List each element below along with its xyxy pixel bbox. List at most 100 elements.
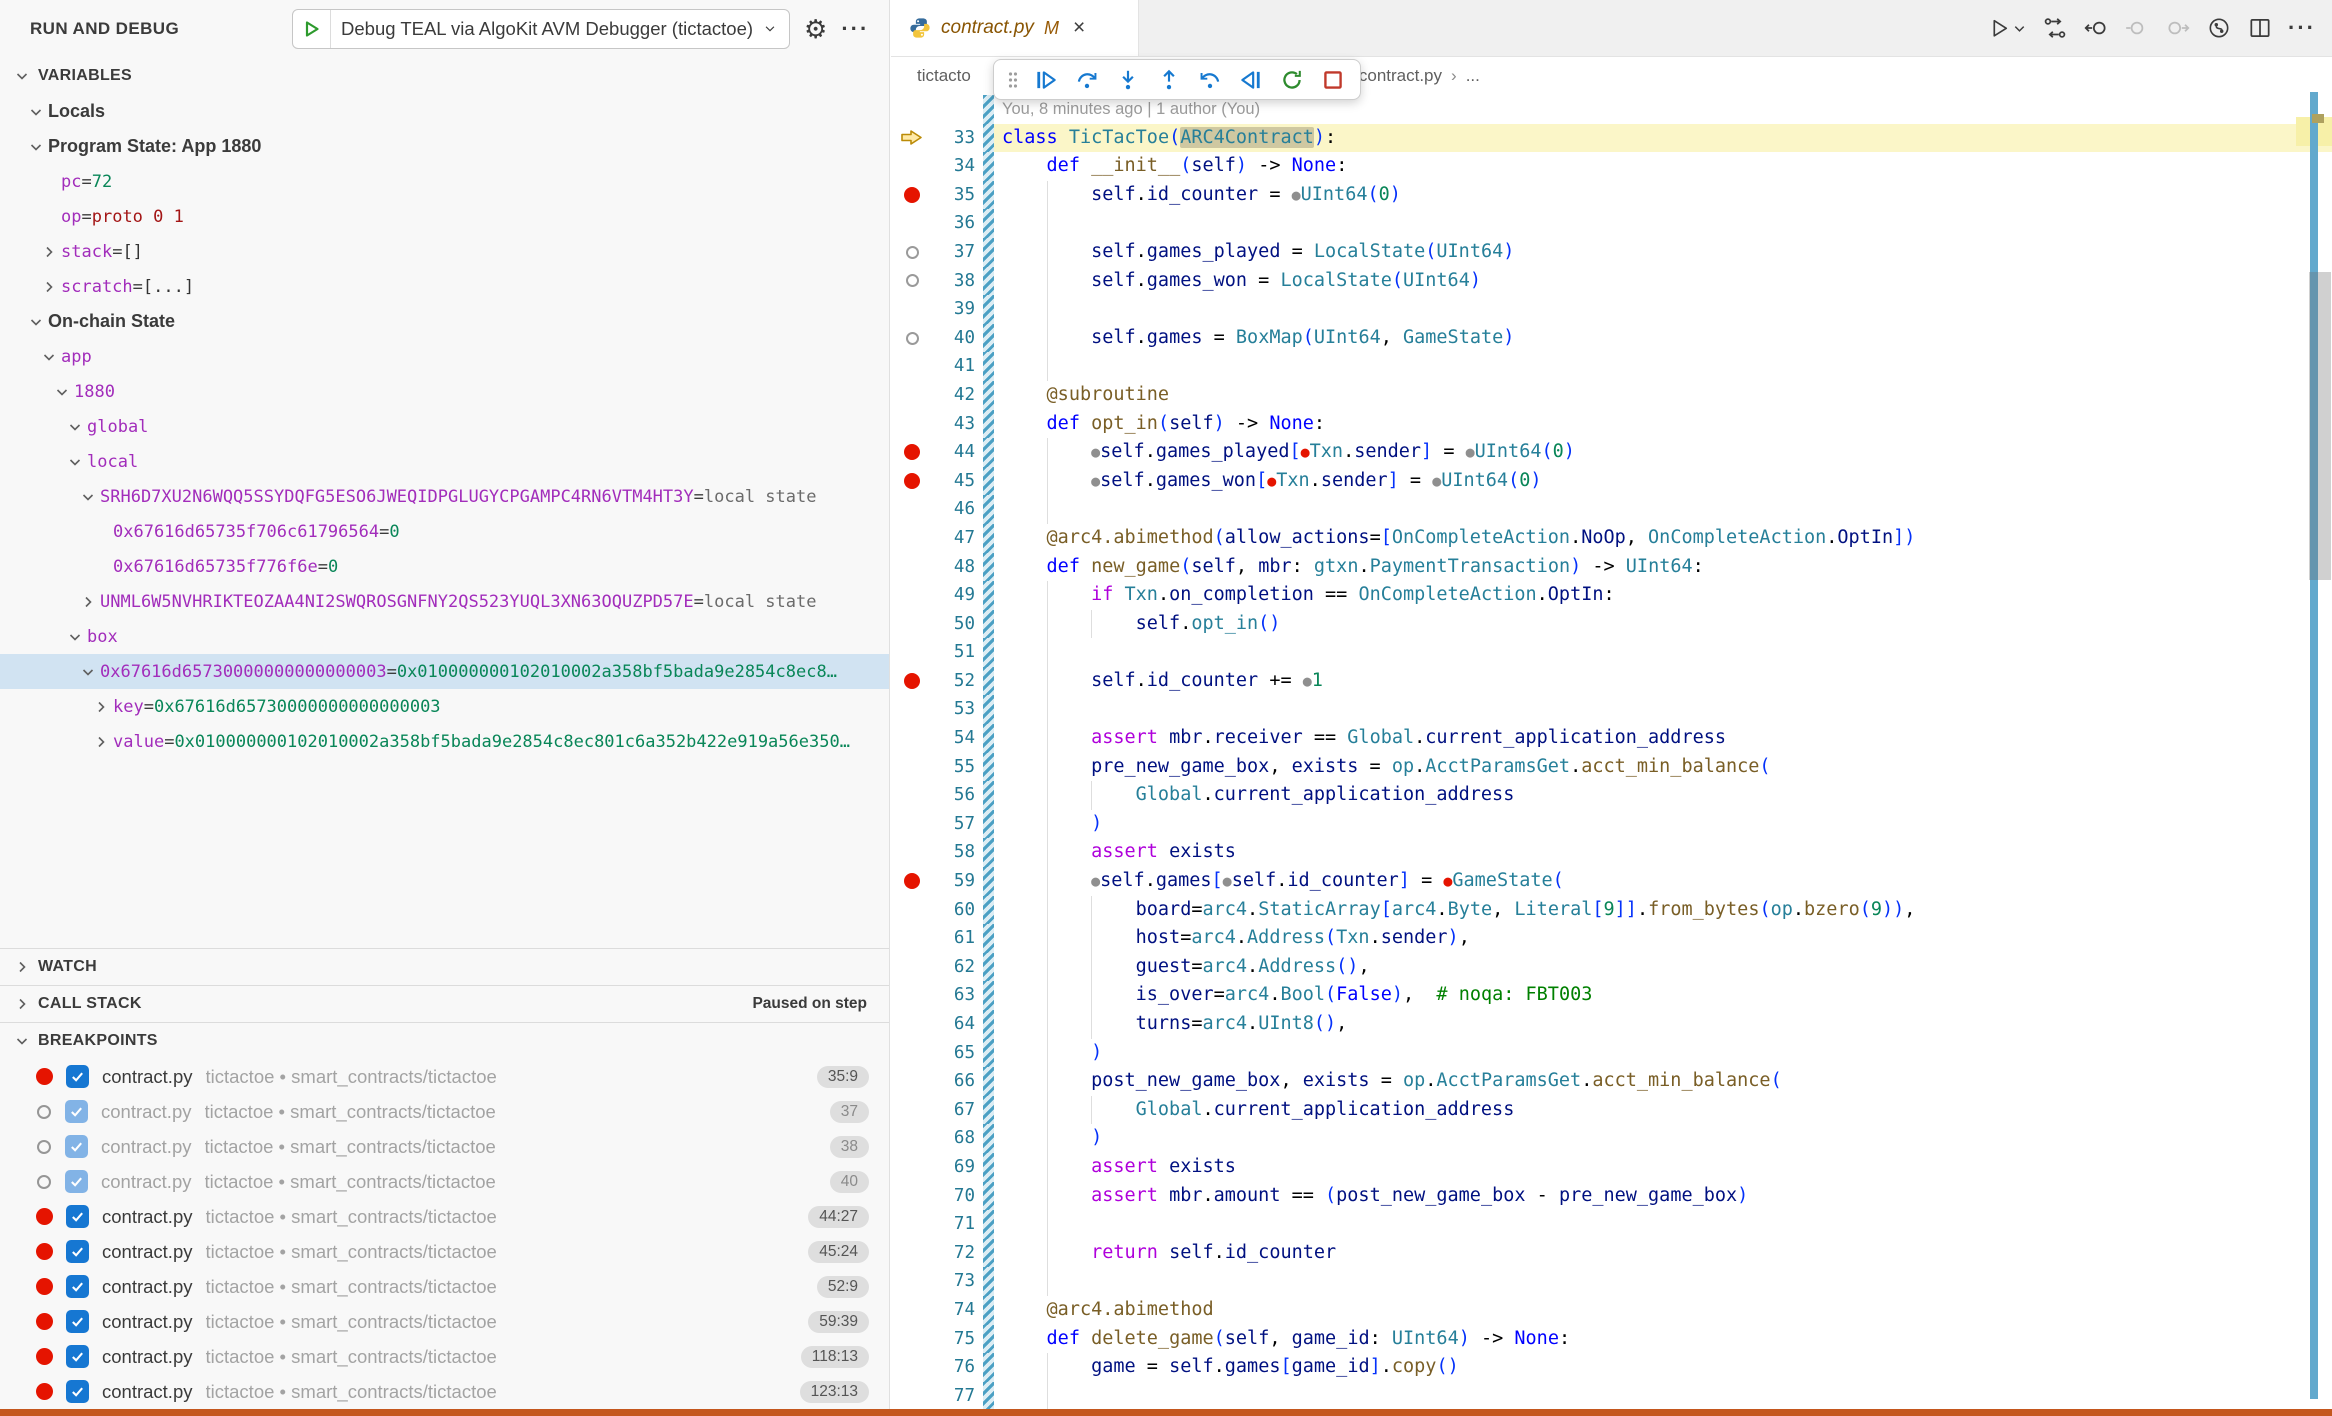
gutter[interactable]: [891, 1296, 933, 1325]
gutter[interactable]: [891, 1182, 933, 1211]
code-line[interactable]: 69assert exists: [891, 1153, 2332, 1182]
run-python-file-button[interactable]: [1987, 16, 2027, 41]
code-line[interactable]: 71: [891, 1210, 2332, 1239]
split-editor-icon[interactable]: [2247, 15, 2273, 41]
tree-row[interactable]: Locals: [0, 94, 889, 129]
gutter[interactable]: [891, 838, 933, 867]
tree-row[interactable]: global: [0, 409, 889, 444]
tree-row[interactable]: 0x67616d65730000000000000003 = 0x0100000…: [0, 654, 889, 689]
restart-button[interactable]: [1273, 63, 1311, 97]
code-line[interactable]: 58assert exists: [891, 838, 2332, 867]
breakpoint-checkbox[interactable]: [66, 1240, 89, 1263]
code-line[interactable]: 43def opt_in(self) -> None:: [891, 410, 2332, 439]
tree-row[interactable]: UNML6W5NVHRIKTEOZAA4NI2SWQROSGNFNY2QS523…: [0, 584, 889, 619]
breakpoint-row[interactable]: contract.pytictactoe • smart_contracts/t…: [0, 1129, 889, 1164]
gutter[interactable]: [891, 695, 933, 724]
gutter[interactable]: [891, 896, 933, 925]
breakpoint-checkbox[interactable]: [65, 1100, 88, 1123]
code-line[interactable]: 56Global.current_application_address: [891, 781, 2332, 810]
continue-button[interactable]: [1027, 63, 1065, 97]
breakpoint-gutter-icon[interactable]: [891, 438, 933, 467]
more-actions-icon[interactable]: ···: [841, 16, 869, 42]
breakpoint-row[interactable]: contract.pytictactoe • smart_contracts/t…: [0, 1374, 889, 1409]
tree-row[interactable]: local: [0, 444, 889, 479]
gutter[interactable]: [891, 352, 933, 381]
code-line[interactable]: 54assert mbr.receiver == Global.current_…: [891, 724, 2332, 753]
git-graph-icon[interactable]: [2206, 15, 2232, 41]
tree-row[interactable]: 0x67616d65735f776f6e = 0: [0, 549, 889, 584]
code-line[interactable]: 50self.opt_in(): [891, 610, 2332, 639]
tree-row[interactable]: key = 0x67616d65730000000000000003: [0, 689, 889, 724]
section-watch[interactable]: WATCH: [0, 948, 889, 985]
gutter[interactable]: [891, 1010, 933, 1039]
section-variables[interactable]: VARIABLES: [0, 57, 889, 94]
breakpoint-gutter-icon[interactable]: [891, 667, 933, 696]
tree-row[interactable]: app: [0, 339, 889, 374]
breakpoint-checkbox[interactable]: [65, 1135, 88, 1158]
code-line[interactable]: 64turns=arc4.UInt8(),: [891, 1010, 2332, 1039]
gutter[interactable]: [891, 638, 933, 667]
breakpoint-checkbox[interactable]: [66, 1345, 89, 1368]
code-line[interactable]: 55pre_new_game_box, exists = op.AcctPara…: [891, 753, 2332, 782]
code-line[interactable]: 44●self.games_played[●Txn.sender] = ●UIn…: [891, 438, 2332, 467]
debug-config-dropdown[interactable]: Debug TEAL via AlgoKit AVM Debugger (tic…: [292, 9, 790, 49]
scrollbar-thumb[interactable]: [2309, 272, 2331, 580]
gutter[interactable]: [891, 924, 933, 953]
code-line[interactable]: 76game = self.games[game_id].copy(): [891, 1353, 2332, 1382]
tree-row[interactable]: box: [0, 619, 889, 654]
code-line[interactable]: 40self.games = BoxMap(UInt64, GameState): [891, 324, 2332, 353]
stop-button[interactable]: [1314, 63, 1352, 97]
gutter[interactable]: [891, 1124, 933, 1153]
breadcrumb-file[interactable]: contract.py: [1359, 66, 1442, 86]
code-line[interactable]: 72return self.id_counter: [891, 1239, 2332, 1268]
gutter[interactable]: [891, 1153, 933, 1182]
gutter[interactable]: [891, 1382, 933, 1411]
code-line[interactable]: 45●self.games_won[●Txn.sender] = ●UInt64…: [891, 467, 2332, 496]
code-line[interactable]: 70assert mbr.amount == (post_new_game_bo…: [891, 1182, 2332, 1211]
gutter[interactable]: [891, 753, 933, 782]
gutter[interactable]: [891, 781, 933, 810]
open-changes-icon[interactable]: [2042, 15, 2068, 41]
code-line[interactable]: 61host=arc4.Address(Txn.sender),: [891, 924, 2332, 953]
breakpoint-gutter-icon[interactable]: [891, 181, 933, 210]
code-line[interactable]: 47@arc4.abimethod(allow_actions=[OnCompl…: [891, 524, 2332, 553]
code-line[interactable]: 77: [891, 1382, 2332, 1411]
step-into-button[interactable]: [1109, 63, 1147, 97]
breakpoint-row[interactable]: contract.pytictactoe • smart_contracts/t…: [0, 1199, 889, 1234]
tree-row[interactable]: On-chain State: [0, 304, 889, 339]
gutter[interactable]: [891, 495, 933, 524]
code-line[interactable]: 60board=arc4.StaticArray[arc4.Byte, Lite…: [891, 896, 2332, 925]
code-line[interactable]: 35self.id_counter = ●UInt64(0): [891, 181, 2332, 210]
tree-row[interactable]: op = proto 0 1: [0, 199, 889, 234]
code-line[interactable]: 74@arc4.abimethod: [891, 1296, 2332, 1325]
tree-row[interactable]: SRH6D7XU2N6WQQ5SSYDQFG5ESO6JWEQIDPGLUGYC…: [0, 479, 889, 514]
breakpoint-row[interactable]: contract.pytictactoe • smart_contracts/t…: [0, 1234, 889, 1269]
reverse-continue-button[interactable]: [1232, 63, 1270, 97]
breakpoint-checkbox[interactable]: [66, 1275, 89, 1298]
gutter[interactable]: [891, 381, 933, 410]
gutter[interactable]: [891, 1353, 933, 1382]
code-editor[interactable]: You, 8 minutes ago | 1 author (You)33cla…: [891, 95, 2332, 1410]
code-line[interactable]: 67Global.current_application_address: [891, 1096, 2332, 1125]
code-line[interactable]: 57): [891, 810, 2332, 839]
breakpoint-gutter-icon[interactable]: [891, 267, 933, 296]
gutter[interactable]: [891, 1039, 933, 1068]
breakpoint-row[interactable]: contract.pytictactoe • smart_contracts/t…: [0, 1094, 889, 1129]
breakpoint-gutter-icon[interactable]: [891, 867, 933, 896]
gutter[interactable]: [891, 1210, 933, 1239]
code-line[interactable]: 38self.games_won = LocalState(UInt64): [891, 267, 2332, 296]
gutter[interactable]: [891, 1325, 933, 1354]
breakpoint-row[interactable]: contract.pytictactoe • smart_contracts/t…: [0, 1339, 889, 1374]
gear-icon[interactable]: ⚙: [804, 16, 827, 42]
breakpoint-row[interactable]: contract.pytictactoe • smart_contracts/t…: [0, 1059, 889, 1094]
gutter[interactable]: [891, 410, 933, 439]
step-over-button[interactable]: [1068, 63, 1106, 97]
gutter[interactable]: [891, 810, 933, 839]
tree-row[interactable]: 1880: [0, 374, 889, 409]
gutter[interactable]: [891, 981, 933, 1010]
gutter[interactable]: [891, 1096, 933, 1125]
tree-row[interactable]: pc = 72: [0, 164, 889, 199]
breakpoint-gutter-icon[interactable]: [891, 238, 933, 267]
step-out-button[interactable]: [1150, 63, 1188, 97]
tree-row[interactable]: 0x67616d65735f706c61796564 = 0: [0, 514, 889, 549]
